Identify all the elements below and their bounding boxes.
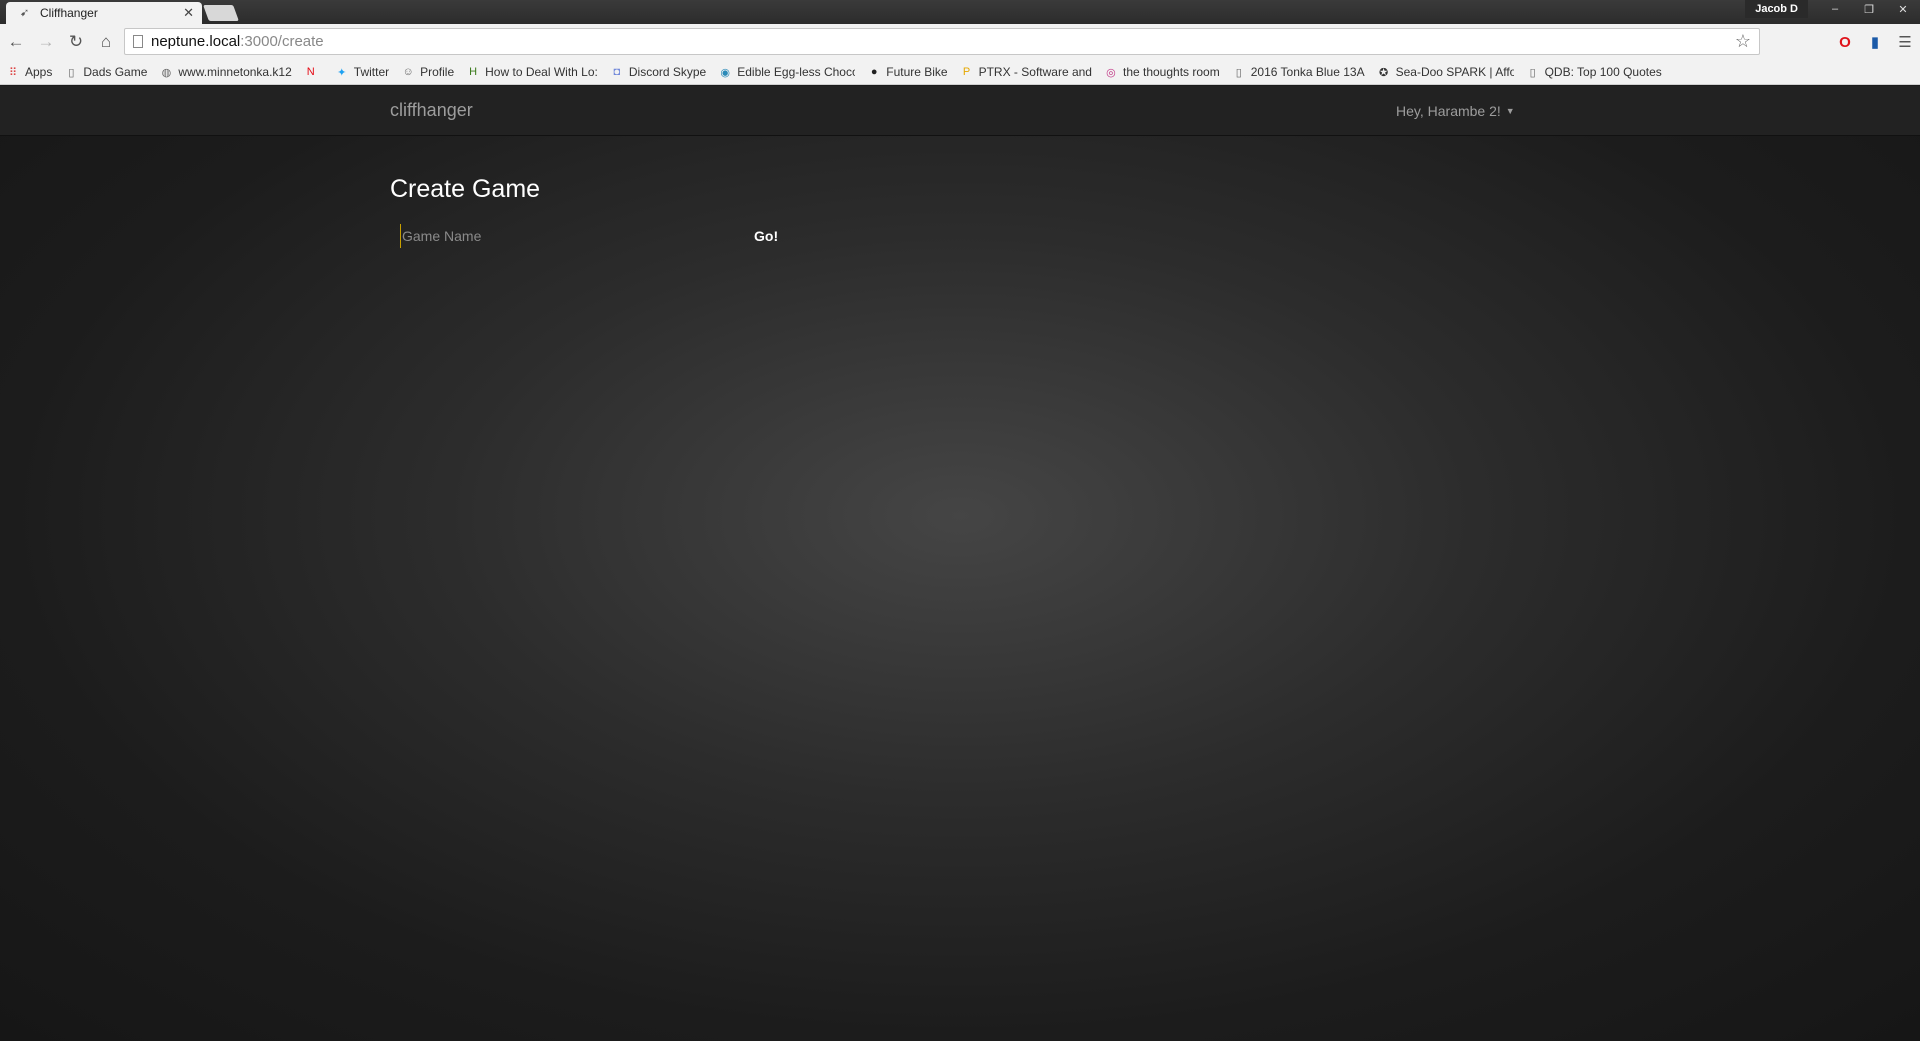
bookmarks-bar: ⠿ Apps ▯ Dads Game ◍ www.minnetonka.k12 N ✦ Twit…: [0, 60, 1920, 85]
browser-toolbar: ← → ↻ ⌂ neptune.local:3000/create ☆ O ▮ …: [0, 24, 1920, 60]
url-path: :3000/create: [240, 33, 324, 50]
bookmark-item[interactable]: P PTRX - Software and: [960, 65, 1092, 79]
bookmark-item[interactable]: ◘ Discord Skype: [610, 65, 707, 79]
reload-icon[interactable]: ↻: [62, 28, 90, 56]
bookmark-star-icon[interactable]: ☆: [1735, 31, 1751, 52]
seadoo-icon: ✪: [1378, 66, 1389, 79]
bookmark-label: Edible Egg-less Choco: [737, 65, 856, 79]
site-icon: ◉: [720, 66, 731, 79]
page-info-icon[interactable]: [133, 35, 143, 48]
instagram-icon: ◎: [1106, 66, 1116, 79]
window-close-icon[interactable]: ✕: [1886, 0, 1920, 18]
opera-extension-icon[interactable]: O: [1830, 28, 1860, 56]
apps-grid-icon: ⠿: [8, 66, 18, 79]
app-navbar: cliffhanger Hey, Harambe 2! ▼: [0, 86, 1920, 136]
bookmark-item[interactable]: ● Future Bike: [867, 65, 948, 79]
go-button[interactable]: Go!: [744, 224, 788, 248]
caret-down-icon: ▼: [1505, 106, 1515, 116]
bookmark-item[interactable]: ◎ the thoughts room: [1104, 65, 1220, 79]
bookmark-item[interactable]: ✪ Sea-Doo SPARK | Affo: [1377, 65, 1514, 79]
bookmark-label: Discord Skype: [628, 65, 707, 79]
bookmark-label: Twitter: [353, 65, 390, 79]
page-icon: ▯: [68, 66, 75, 79]
user-greeting: Hey, Harambe 2!: [1396, 103, 1501, 119]
back-icon[interactable]: ←: [2, 28, 30, 56]
tab-favicon-icon: ➹: [20, 7, 30, 19]
tab-title: Cliffhanger: [40, 6, 98, 20]
chrome-menu-icon[interactable]: ☰: [1890, 28, 1920, 56]
bookmark-label: Future Bike: [886, 65, 948, 79]
browser-tab[interactable]: ➹ Cliffhanger ✕: [6, 2, 202, 24]
bookmark-item[interactable]: ✦ Twitter: [335, 65, 389, 79]
browser-titlebar: ➹ Cliffhanger ✕ Jacob D – ❐ ✕: [0, 0, 1920, 24]
forward-icon[interactable]: →: [32, 28, 60, 56]
twitter-icon: ✦: [337, 66, 347, 79]
tab-close-icon[interactable]: ✕: [183, 5, 194, 21]
home-icon[interactable]: ⌂: [92, 28, 120, 56]
minimize-icon[interactable]: –: [1818, 0, 1852, 18]
bookmark-item[interactable]: H How to Deal With Lo:: [466, 65, 598, 79]
bookmark-item[interactable]: N: [304, 65, 323, 79]
bookmark-item[interactable]: ◉ Edible Egg-less Choco: [718, 65, 855, 79]
globe-icon: ◍: [161, 66, 172, 79]
bookmark-item[interactable]: ◍ www.minnetonka.k12: [159, 65, 292, 79]
profile-button[interactable]: Jacob D: [1745, 0, 1808, 18]
bookmark-item[interactable]: ▯ QDB: Top 100 Quotes: [1526, 65, 1662, 79]
reader-extension-icon[interactable]: ▮: [1860, 28, 1890, 56]
bookmark-label: 2016 Tonka Blue 13A: [1250, 65, 1365, 79]
discord-icon: ◘: [613, 66, 621, 78]
bookmark-label: Apps: [25, 65, 53, 79]
bookmark-item[interactable]: ☺ Profile: [401, 65, 455, 79]
ptrx-icon: P: [962, 66, 971, 78]
bookmark-label: QDB: Top 100 Quotes: [1544, 65, 1662, 79]
brand-link[interactable]: cliffhanger: [390, 100, 473, 121]
bookmark-item[interactable]: ▯ Dads Game: [64, 65, 147, 79]
restore-icon[interactable]: ❐: [1852, 0, 1886, 18]
bookmark-label: the thoughts room: [1122, 65, 1220, 79]
page-viewport: cliffhanger Hey, Harambe 2! ▼ Create Gam…: [0, 86, 1920, 1041]
wikihow-icon: H: [469, 66, 478, 78]
user-dropdown[interactable]: Hey, Harambe 2! ▼: [1396, 103, 1515, 119]
window-controls: – ❐ ✕: [1818, 0, 1920, 18]
page-icon: ▯: [1529, 66, 1536, 79]
page-title: Create Game: [390, 175, 541, 203]
bookmark-label: Sea-Doo SPARK | Affo: [1395, 65, 1514, 79]
bookmark-label: www.minnetonka.k12: [178, 65, 292, 79]
netflix-icon: N: [306, 66, 315, 78]
bookmark-label: PTRX - Software and: [978, 65, 1092, 79]
bookmark-item[interactable]: ▯ 2016 Tonka Blue 13A: [1232, 65, 1365, 79]
game-name-input[interactable]: [400, 224, 740, 248]
profile-icon: ☺: [402, 66, 414, 78]
address-bar[interactable]: neptune.local:3000/create ☆: [124, 28, 1760, 55]
url-host: neptune.local: [151, 33, 241, 50]
bookmark-label: Profile: [420, 65, 455, 79]
extension-area: O ▮ ☰: [1830, 28, 1920, 56]
page-icon: ▯: [1235, 66, 1242, 79]
bookmark-item[interactable]: ⠿ Apps: [6, 65, 52, 79]
bookmark-label: How to Deal With Lo:: [485, 65, 598, 79]
new-tab-button[interactable]: [203, 5, 239, 21]
bike-icon: ●: [870, 66, 878, 78]
bookmark-label: Dads Game: [83, 65, 148, 79]
